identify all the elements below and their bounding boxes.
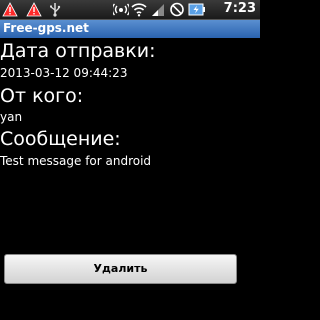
warning-triangle-icon [2, 2, 18, 21]
wifi-icon [131, 2, 147, 21]
sender-label: От кого: [0, 85, 84, 107]
title-bar: Free-gps.net [0, 20, 260, 38]
sent-date-label: Дата отправки: [0, 40, 156, 62]
no-sim-icon [169, 2, 185, 21]
signal-bars-icon [150, 2, 166, 21]
status-clock: 7:23 [223, 1, 256, 16]
screen: 7:23 Free-gps.net Дата отправки: 2013-03… [0, 0, 260, 320]
delete-button[interactable]: Удалить [4, 254, 237, 284]
message-label: Сообщение: [0, 128, 121, 150]
app-title: Free-gps.net [3, 21, 89, 35]
message-body: Test message for android [0, 154, 152, 168]
battery-charging-icon [188, 2, 206, 21]
sender-value: yan [0, 110, 23, 124]
status-bar: 7:23 [0, 0, 260, 20]
gps-signal-icon [111, 2, 131, 21]
sent-date-value: 2013-03-12 09:44:23 [0, 66, 128, 80]
usb-icon [48, 2, 62, 21]
warning-triangle-icon [26, 2, 42, 21]
